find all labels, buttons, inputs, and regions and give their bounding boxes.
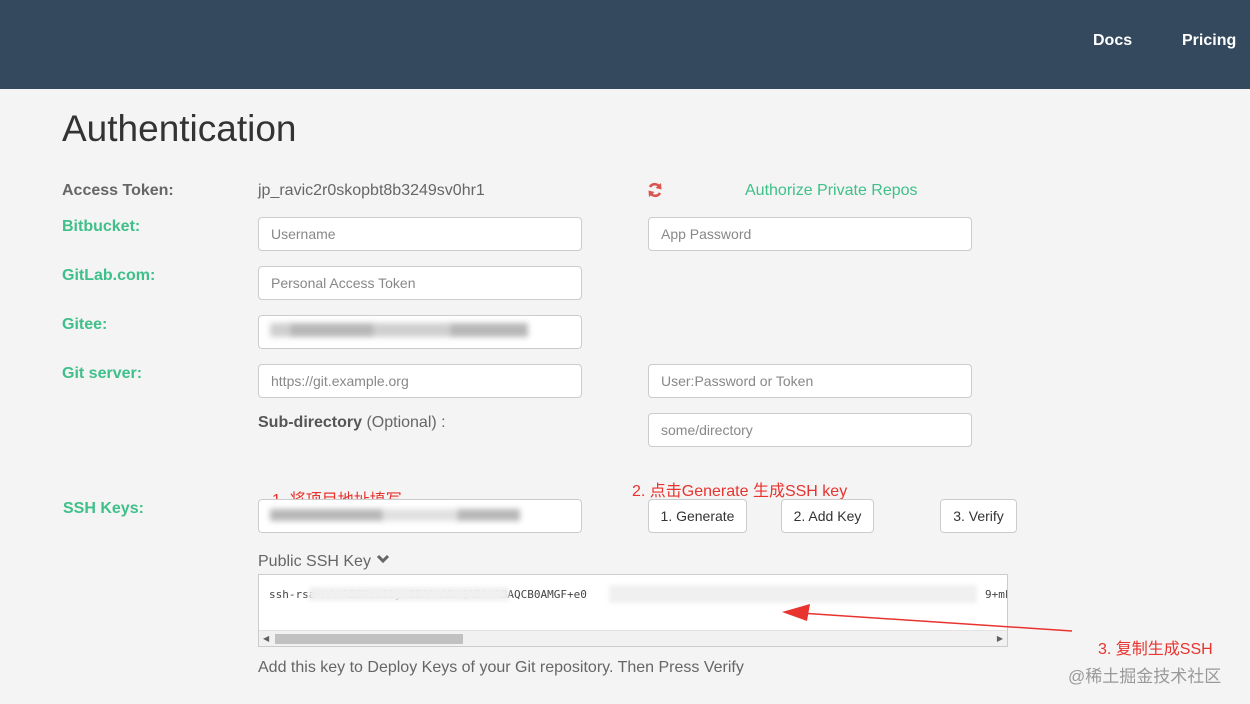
- gitlab-token-input[interactable]: [258, 266, 582, 300]
- nav-pricing-link[interactable]: Pricing: [1182, 32, 1236, 50]
- access-token-value: jp_ravic2r0skopbt8b3249sv0hr1: [258, 182, 485, 199]
- sub-directory-label-optional: (Optional) :: [362, 414, 446, 431]
- page-title: Authentication: [62, 108, 297, 149]
- generate-button[interactable]: 1. Generate: [648, 499, 747, 533]
- scrollbar-thumb[interactable]: [275, 634, 463, 644]
- scroll-left-arrow-icon[interactable]: ◀: [263, 634, 269, 643]
- bitbucket-label: Bitbucket:: [62, 218, 141, 235]
- git-server-label: Git server:: [62, 365, 143, 382]
- ssh-repo-url-redacted: [270, 509, 520, 521]
- annotation-step3: 3. 复制生成SSH: [1098, 641, 1213, 658]
- git-server-url-input[interactable]: [258, 364, 582, 398]
- nav-docs-link[interactable]: Docs: [1093, 32, 1132, 50]
- top-navbar: Docs Pricing: [0, 0, 1250, 89]
- refresh-icon[interactable]: [646, 181, 664, 199]
- sub-directory-label: Sub-directory (Optional) :: [258, 414, 446, 432]
- annotation-step2: 2. 点击Generate 生成SSH key: [632, 483, 848, 500]
- add-key-button[interactable]: 2. Add Key: [781, 499, 874, 533]
- gitee-label: Gitee:: [62, 316, 108, 333]
- sub-directory-label-bold: Sub-directory: [258, 414, 363, 431]
- annotation-arrow: [782, 604, 1073, 632]
- access-token-label: Access Token:: [62, 182, 174, 199]
- git-server-credentials-input[interactable]: [648, 364, 972, 398]
- gitee-token-redacted: [270, 323, 528, 337]
- sub-directory-input[interactable]: [648, 413, 972, 447]
- key-redacted-1: [309, 587, 509, 601]
- chevron-down-icon[interactable]: [376, 554, 390, 564]
- authorize-private-repos-link[interactable]: Authorize Private Repos: [745, 182, 918, 200]
- public-ssh-key-label: Public SSH Key: [258, 553, 390, 571]
- public-ssh-key-label-text: Public SSH Key: [258, 553, 371, 570]
- gitlab-label: GitLab.com:: [62, 267, 156, 284]
- watermark: @稀土掘金技术社区: [1068, 667, 1222, 686]
- bitbucket-username-input[interactable]: [258, 217, 582, 251]
- ssh-hint-text: Add this key to Deploy Keys of your Git …: [258, 659, 744, 676]
- bitbucket-app-password-input[interactable]: [648, 217, 972, 251]
- ssh-keys-label: SSH Keys:: [63, 500, 144, 517]
- verify-button[interactable]: 3. Verify: [940, 499, 1017, 533]
